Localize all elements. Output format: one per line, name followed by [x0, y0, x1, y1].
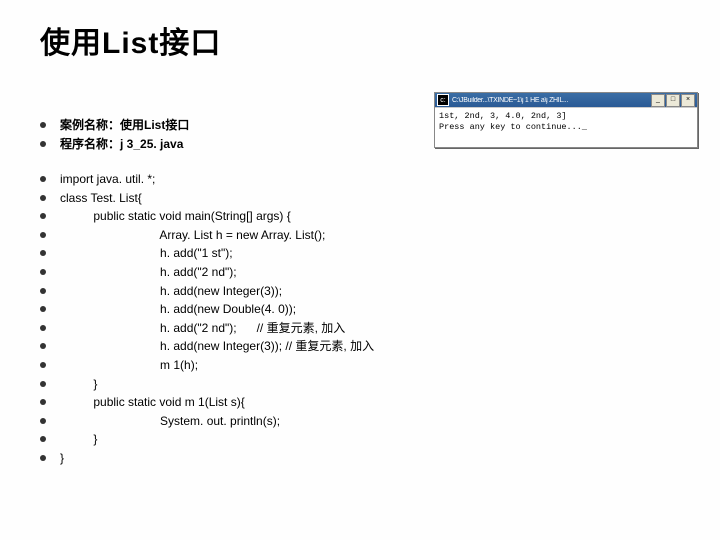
bullet-icon: [40, 288, 46, 294]
list-item: h. add("2 nd");: [40, 263, 374, 282]
code-line: h. add(new Integer(3));: [60, 282, 282, 301]
bullet-icon: [40, 250, 46, 256]
bullet-icon: [40, 141, 46, 147]
bullet-icon: [40, 455, 46, 461]
list-item: }: [40, 430, 374, 449]
bullet-icon: [40, 213, 46, 219]
list-item: Array. List h = new Array. List();: [40, 226, 374, 245]
bullet-icon: [40, 399, 46, 405]
console-window: c: C:\JBuilder...\TXINDE~1\j 1 HE a\j ZH…: [434, 92, 698, 148]
console-titlebar: c: C:\JBuilder...\TXINDE~1\j 1 HE a\j ZH…: [435, 93, 697, 107]
list-item: h. add(new Integer(3));: [40, 282, 374, 301]
code-line: Array. List h = new Array. List();: [60, 226, 325, 245]
code-line: h. add("2 nd"); // 重复元素, 加入: [60, 319, 345, 338]
cmd-icon: c:: [437, 94, 449, 106]
list-item: }: [40, 449, 374, 468]
list-item: }: [40, 375, 374, 394]
code-line: h. add(new Integer(3)); // 重复元素, 加入: [60, 337, 374, 356]
code-line: h. add("2 nd");: [60, 263, 237, 282]
list-item: h. add("1 st");: [40, 244, 374, 263]
bullet-icon: [40, 418, 46, 424]
bullet-icon: [40, 176, 46, 182]
code-line: public static void main(String[] args) {: [60, 207, 291, 226]
list-item: h. add(new Double(4. 0));: [40, 300, 374, 319]
code-line: import java. util. *;: [60, 170, 155, 189]
bullet-icon: [40, 195, 46, 201]
code-list: import java. util. *; class Test. List{ …: [40, 170, 374, 468]
list-item: h. add(new Integer(3)); // 重复元素, 加入: [40, 337, 374, 356]
bullet-icon: [40, 381, 46, 387]
console-output: 1st, 2nd, 3, 4.0, 2nd, 3] Press any key …: [435, 107, 697, 147]
code-line: }: [60, 375, 97, 394]
meta-list: 案例名称：使用List接口 程序名称：j 3_25. java: [40, 116, 189, 153]
close-button[interactable]: ×: [681, 94, 695, 107]
code-line: }: [60, 449, 64, 468]
code-line: public static void m 1(List s){: [60, 393, 245, 412]
bullet-icon: [40, 122, 46, 128]
meta-text: 程序名称：j 3_25. java: [60, 135, 183, 154]
list-item: public static void main(String[] args) {: [40, 207, 374, 226]
list-item: 程序名称：j 3_25. java: [40, 135, 189, 154]
code-line: m 1(h);: [60, 356, 198, 375]
minimize-button[interactable]: _: [651, 94, 665, 107]
code-line: h. add("1 st");: [60, 244, 233, 263]
list-item: h. add("2 nd"); // 重复元素, 加入: [40, 319, 374, 338]
bullet-icon: [40, 232, 46, 238]
console-title-text: C:\JBuilder...\TXINDE~1\j 1 HE a\j ZHIL.…: [452, 97, 651, 104]
code-line: class Test. List{: [60, 189, 142, 208]
code-line: h. add(new Double(4. 0));: [60, 300, 296, 319]
code-line: System. out. println(s);: [60, 412, 280, 431]
slide-title: 使用List接口: [40, 18, 221, 62]
bullet-icon: [40, 306, 46, 312]
window-buttons: _ □ ×: [651, 94, 695, 107]
code-line: }: [60, 430, 97, 449]
list-item: import java. util. *;: [40, 170, 374, 189]
maximize-button[interactable]: □: [666, 94, 680, 107]
bullet-icon: [40, 269, 46, 275]
bullet-icon: [40, 362, 46, 368]
meta-text: 案例名称：使用List接口: [60, 116, 189, 135]
list-item: public static void m 1(List s){: [40, 393, 374, 412]
list-item: class Test. List{: [40, 189, 374, 208]
bullet-icon: [40, 343, 46, 349]
bullet-icon: [40, 325, 46, 331]
bullet-icon: [40, 436, 46, 442]
list-item: 案例名称：使用List接口: [40, 116, 189, 135]
list-item: m 1(h);: [40, 356, 374, 375]
list-item: System. out. println(s);: [40, 412, 374, 431]
